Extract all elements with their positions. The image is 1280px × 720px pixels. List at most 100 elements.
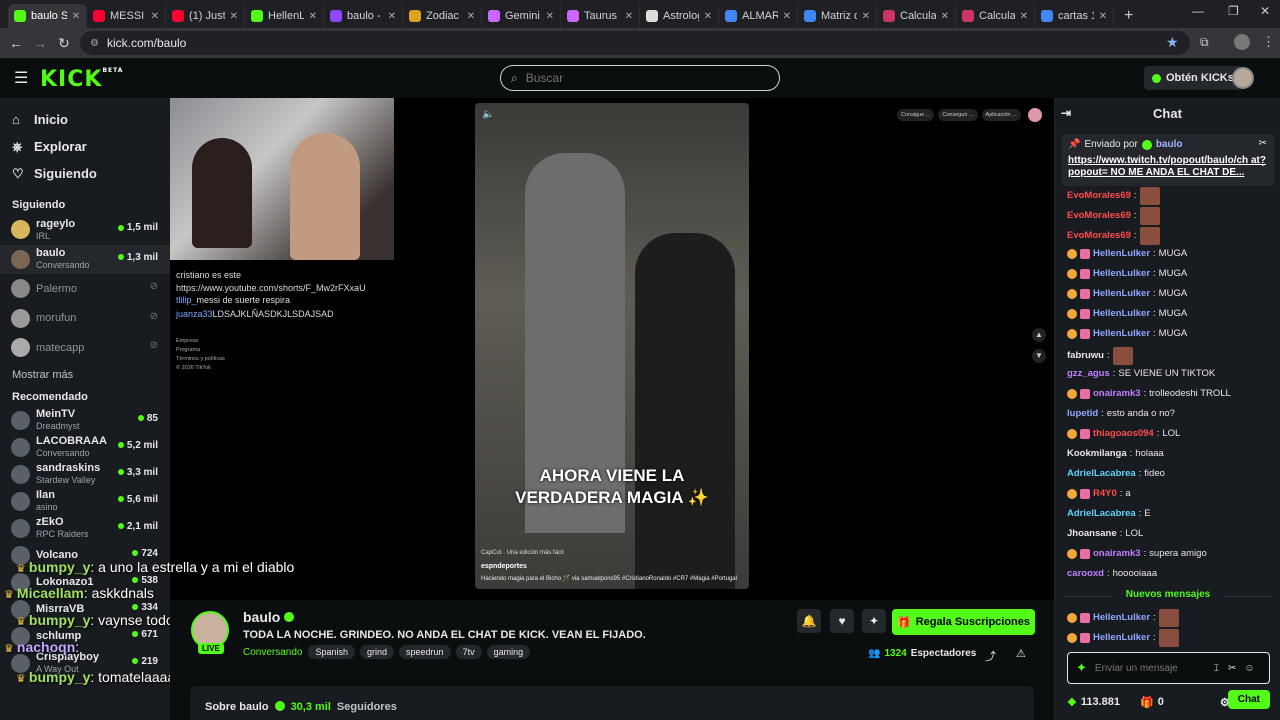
chat-input[interactable] [1094, 662, 1205, 674]
hamburger-menu-icon[interactable]: ☰ [14, 68, 28, 88]
tab-close-icon[interactable]: ✕ [151, 11, 159, 22]
browser-tab[interactable]: Gemini C ✕ [482, 4, 561, 28]
tab-close-icon[interactable]: ✕ [1099, 11, 1107, 22]
browser-tab[interactable]: HellenLu ✕ [245, 4, 324, 28]
minimize-icon[interactable]: — [1192, 4, 1204, 18]
browser-tab[interactable]: Astrolog ✕ [640, 4, 719, 28]
browser-menu-icon[interactable]: ⋮ [1262, 34, 1275, 50]
sparkle-button[interactable]: ✦ [862, 609, 886, 633]
sidebar-recommended-channel[interactable]: Ilan asino 5,6 mil [0, 488, 170, 515]
chat-username[interactable]: EvoMorales69 [1067, 229, 1131, 243]
chat-username[interactable]: AdrielLacabrea [1067, 507, 1136, 521]
sidebar-recommended-channel[interactable]: LACOBRAAA Conversando 5,2 mil [0, 434, 170, 461]
tab-close-icon[interactable]: ✕ [388, 11, 396, 22]
expand-pinned-icon[interactable]: ⌄ [1259, 158, 1267, 169]
new-tab-icon[interactable]: + [1114, 4, 1143, 28]
new-messages-label[interactable]: Nuevos mensajes [1113, 589, 1223, 600]
stream-tag[interactable]: gaming [486, 645, 531, 659]
user-avatar[interactable] [1232, 67, 1254, 89]
browser-tab[interactable]: ALMAR ✕ [719, 4, 798, 28]
chat-message[interactable]: onairamk3: trolleodeshi TROLL [1067, 387, 1231, 401]
tab-close-icon[interactable]: ✕ [467, 11, 475, 22]
browser-tab[interactable]: Matriz d ✕ [798, 4, 877, 28]
chat-username[interactable]: EvoMorales69 [1067, 209, 1131, 223]
chat-message[interactable]: Jhoansane: LOL [1067, 527, 1143, 541]
sidebar-channel-matecapp[interactable]: matecapp ⊘ [0, 333, 170, 363]
search-bar[interactable]: ⌕ [500, 65, 780, 91]
report-icon[interactable]: ⚠ [1016, 647, 1026, 660]
chat-username[interactable]: Jhoansane [1067, 527, 1117, 541]
scroll-up-icon[interactable]: ▲ [1032, 328, 1046, 342]
chat-message[interactable]: carooxd: hooooiaaa [1067, 567, 1157, 581]
chat-username[interactable]: HellenLulker [1093, 327, 1150, 341]
browser-tab[interactable]: MESSI V ✕ [87, 4, 166, 28]
chat-message[interactable]: gzz_agus: SE VIENE UN TIKTOK [1067, 367, 1215, 381]
commands-icon[interactable]: ✂ [1228, 663, 1236, 674]
chat-message[interactable]: R4Y0: a [1067, 487, 1131, 501]
follow-button[interactable]: ♥ [830, 609, 854, 633]
back-icon[interactable]: ← [4, 35, 28, 51]
profile-avatar[interactable] [1234, 34, 1250, 50]
browser-tab[interactable]: baulo - T ✕ [324, 4, 403, 28]
chat-username[interactable]: HellenLulker [1093, 307, 1150, 321]
chat-message[interactable]: HellenLulker: MUGA [1067, 267, 1187, 281]
maximize-icon[interactable]: ❐ [1228, 4, 1239, 18]
tiktok-pill[interactable]: Consigue ... [897, 109, 935, 121]
chat-username[interactable]: HellenLulker [1093, 247, 1150, 261]
chat-message[interactable]: EvoMorales69: [1067, 227, 1160, 245]
browser-tab[interactable]: baulo St ✕ [8, 4, 87, 28]
forward-icon[interactable]: → [28, 35, 52, 51]
tab-close-icon[interactable]: ✕ [1020, 11, 1028, 22]
gift-count[interactable]: 0 [1158, 696, 1164, 708]
chat-username[interactable]: Kookmilanga [1067, 447, 1127, 461]
kicks-balance[interactable]: 113.881 [1081, 696, 1120, 708]
tab-close-icon[interactable]: ✕ [704, 11, 712, 22]
tab-close-icon[interactable]: ✕ [625, 11, 633, 22]
chat-message[interactable]: HellenLulker: MUGA [1067, 327, 1187, 341]
chat-username[interactable]: thiagoaos094 [1093, 427, 1154, 441]
nav-explorar[interactable]: ⎈ Explorar [0, 133, 170, 160]
chat-message[interactable]: HellenLulker: MUGA [1067, 287, 1187, 301]
url-field[interactable]: ⚙ kick.com/baulo [80, 31, 1190, 55]
extensions-icon[interactable]: ⧉ [1200, 35, 1209, 50]
chat-message[interactable]: AdrielLacabrea: fideo [1067, 467, 1165, 481]
send-chat-button[interactable]: Chat [1227, 690, 1270, 709]
chat-message[interactable]: EvoMorales69: [1067, 187, 1160, 205]
chat-username[interactable]: HellenLulker [1093, 287, 1150, 301]
chat-message[interactable]: HellenLulker: [1067, 629, 1179, 647]
tab-close-icon[interactable]: ✕ [941, 11, 949, 22]
stream-tag[interactable]: speedrun [399, 645, 451, 659]
tiktok-pill[interactable]: Conseguir ... [938, 109, 978, 121]
stream-tag[interactable]: 7tv [455, 645, 482, 659]
sidebar-channel-morufun[interactable]: morufun ⊘ [0, 304, 170, 334]
collapse-chat-icon[interactable]: ⇥ [1061, 106, 1071, 120]
pinned-url[interactable]: https://www.twitch.tv/popout/baulo/ch at… [1068, 155, 1268, 179]
tab-close-icon[interactable]: ✕ [72, 11, 80, 22]
chat-message[interactable]: thiagoaos094: LOL [1067, 427, 1180, 441]
chat-username[interactable]: fabruwu [1067, 349, 1104, 363]
get-kicks-button[interactable]: Obtén KICKs [1144, 66, 1242, 90]
bookmark-star-icon[interactable]: ★ [1166, 34, 1179, 51]
chat-username[interactable]: R4Y0 [1093, 487, 1117, 501]
search-input[interactable] [525, 71, 756, 85]
tiktok-pill[interactable]: Aplicación ... [981, 109, 1021, 121]
kick-logo[interactable]: KICKBETA [40, 67, 123, 92]
mute-icon[interactable]: 🔈 [482, 109, 494, 120]
chat-message[interactable]: AdrielLacabrea: E [1067, 507, 1151, 521]
tiktok-video[interactable]: 🔈 AHORA VIENE LA VERDADERA MAGIA ✨ CapCu… [475, 103, 749, 589]
chat-username[interactable]: gzz_agus [1067, 367, 1110, 381]
site-info-icon[interactable]: ⚙ [90, 38, 99, 49]
browser-tab[interactable]: cartas 1 ✕ [1035, 4, 1114, 28]
chat-message[interactable]: lupetid: esto anda o no? [1067, 407, 1175, 421]
reload-icon[interactable]: ↻ [52, 35, 76, 52]
chat-username[interactable]: HellenLulker [1093, 631, 1150, 645]
nav-inicio[interactable]: ⌂ Inicio [0, 106, 170, 133]
chat-username[interactable]: carooxd [1067, 567, 1104, 581]
emote-icon[interactable]: ☺ [1244, 663, 1254, 674]
chat-username[interactable]: lupetid [1067, 407, 1098, 421]
chat-message[interactable]: onairamk3: supera amigo [1067, 547, 1207, 561]
gift-subscriptions-button[interactable]: 🎁 Regala Suscripciones [892, 609, 1035, 635]
chat-username[interactable]: AdrielLacabrea [1067, 467, 1136, 481]
sidebar-channel-palermo[interactable]: Palermo ⊘ [0, 274, 170, 304]
pinned-message[interactable]: 📌 Enviado por baulo https://www.twitch.t… [1061, 134, 1275, 186]
